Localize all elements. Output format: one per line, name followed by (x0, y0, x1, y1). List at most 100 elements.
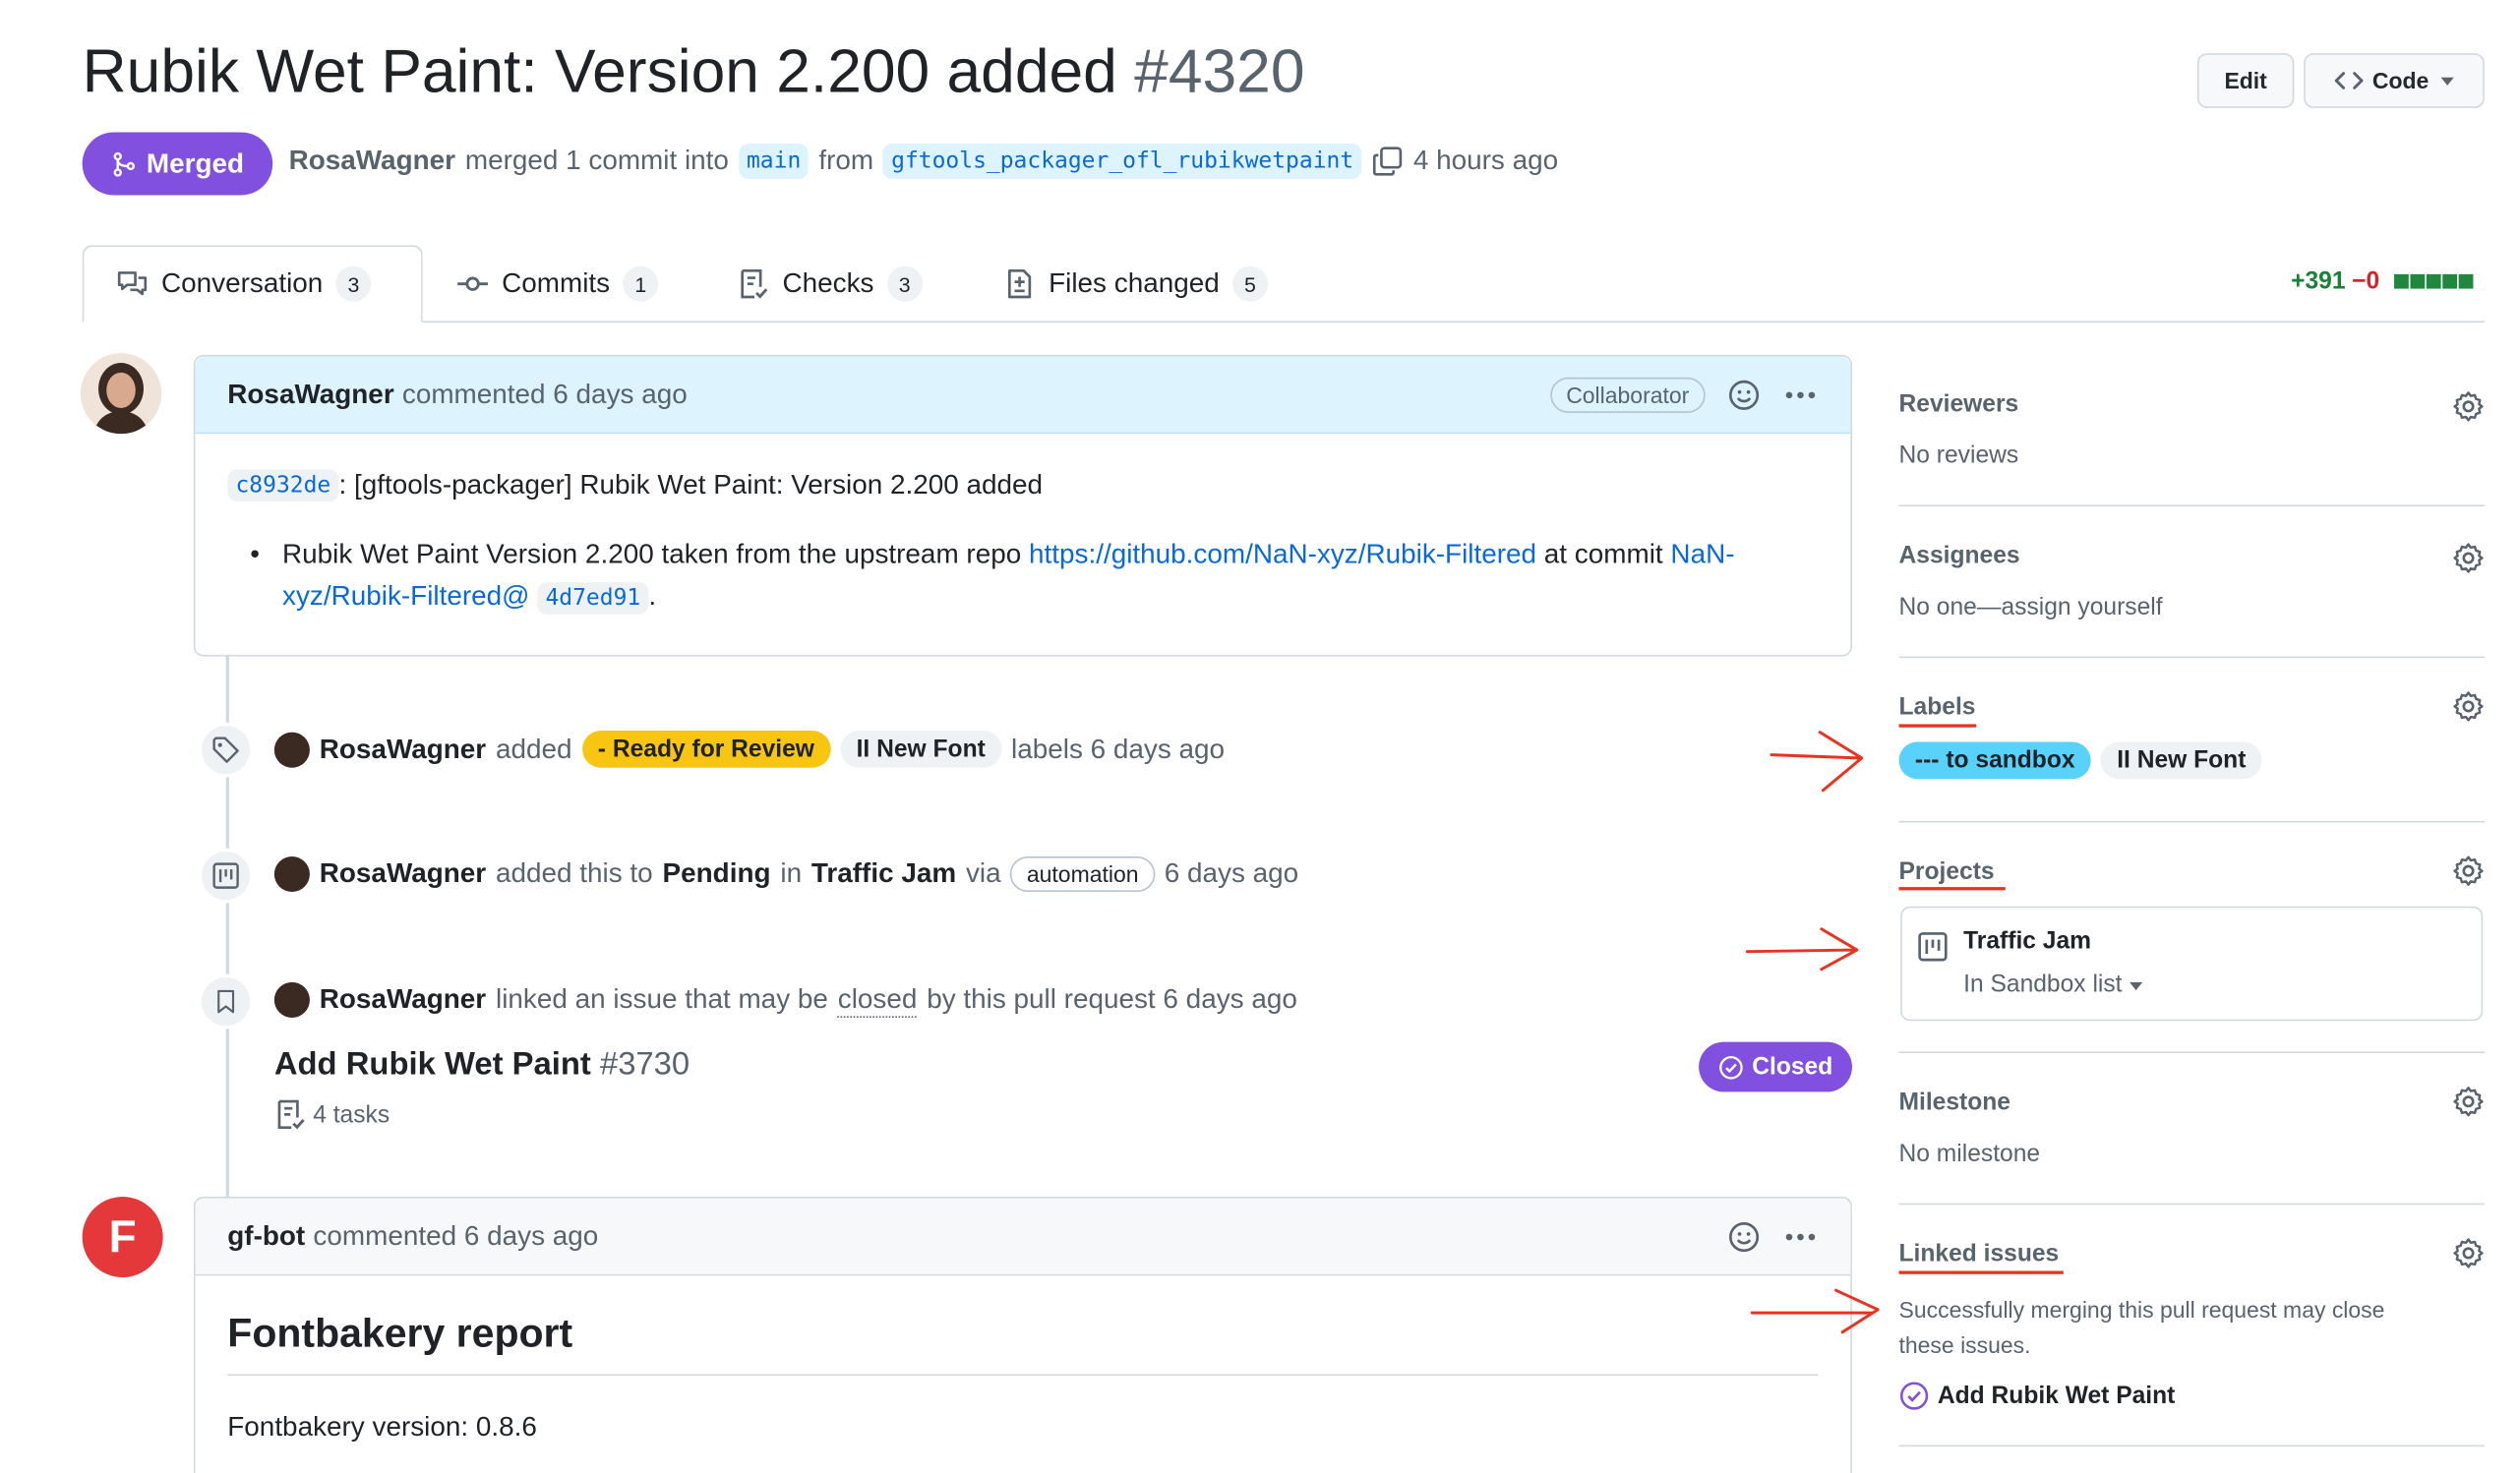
linked-issue-title[interactable]: Add Rubik Wet Paint #3730 (274, 1046, 690, 1084)
upstream-commit-link[interactable]: NaN- (1670, 539, 1734, 569)
annotation-arrow-projects (1745, 927, 1859, 972)
label-new-font[interactable]: II New Font (840, 731, 1002, 768)
avatar-gf-bot[interactable]: F (82, 1197, 163, 1278)
tab-checks-label: Checks (782, 267, 874, 299)
sidebar-assignees-value[interactable]: No one—assign yourself (1899, 594, 2163, 621)
project-card[interactable]: Traffic Jam In Sandbox list (1900, 906, 2484, 1022)
comment-header: gf-bot commented 6 days ago (195, 1198, 1851, 1276)
label-to-sandbox[interactable]: --- to sandbox (1898, 741, 2091, 780)
comment-timestamp[interactable]: commented 6 days ago (313, 1220, 598, 1253)
event-verb: added (496, 733, 572, 764)
event-text-2: by this pull request 6 days ago (927, 983, 1297, 1015)
edit-button[interactable]: Edit (2196, 53, 2295, 108)
linked-issue-link[interactable]: Add Rubik Wet Paint (1938, 1383, 2175, 1410)
event-suffix: labels 6 days ago (1011, 733, 1226, 764)
event-author-link[interactable]: RosaWagner (320, 858, 486, 891)
annotation-arrow-linked-issues (1750, 1288, 1880, 1334)
tab-files-changed[interactable]: Files changed 5 (1003, 245, 1268, 323)
commit-sha-link[interactable]: c8932de (227, 469, 339, 502)
linked-issue-number: #3730 (599, 1046, 690, 1083)
tab-commits[interactable]: Commits 1 (456, 245, 659, 323)
upstream-repo-link[interactable]: https://github.com/NaN-xyz/Rubik-Filtere… (1029, 539, 1536, 569)
gear-icon[interactable] (2452, 1086, 2485, 1118)
label-new-font[interactable]: II New Font (2100, 741, 2262, 780)
sidebar-projects-title[interactable]: Projects (1899, 858, 1995, 886)
diffstat-additions: +391 (2291, 267, 2346, 296)
linked-issue-title-text[interactable]: Add Rubik Wet Paint (274, 1046, 591, 1082)
report-heading: Fontbakery report (227, 1311, 1819, 1377)
tab-conversation[interactable]: Conversation 3 (82, 245, 423, 324)
avatar-letter: F (108, 1210, 137, 1262)
collaborator-badge: Collaborator (1549, 376, 1706, 413)
checklist-icon (277, 1099, 305, 1130)
comment-body: c8932de : [gftools-packager] Rubik Wet P… (195, 434, 1850, 619)
merge-author-link[interactable]: RosaWagner (289, 146, 455, 178)
project-name-link[interactable]: Traffic Jam (1963, 927, 2091, 955)
sidebar-divider (1898, 1051, 2485, 1054)
merged-status-badge: Merged (82, 132, 273, 196)
upstream-commit-link-cont[interactable]: xyz/Rubik-Filtered@ (282, 580, 529, 611)
pr-title: Rubik Wet Paint: Version 2.200 added #43… (83, 38, 1305, 108)
sidebar-milestone-title[interactable]: Milestone (1899, 1089, 2010, 1116)
tab-checks[interactable]: Checks 3 (738, 245, 923, 323)
copy-icon[interactable] (1371, 146, 1404, 178)
mini-avatar[interactable] (273, 731, 310, 767)
sidebar-divider (1898, 1203, 2485, 1206)
mini-avatar[interactable] (273, 981, 310, 1018)
sidebar-linked-issues-title[interactable]: Linked issues (1899, 1240, 2060, 1267)
bullet-period: . (648, 580, 657, 612)
closed-keyword[interactable]: closed (837, 983, 918, 1018)
bookmark-event-badge (198, 973, 254, 1030)
tab-conversation-label: Conversation (161, 267, 324, 299)
bookmark-icon (217, 989, 235, 1014)
event-author-link[interactable]: RosaWagner (320, 984, 486, 1017)
avatar-rosawagner[interactable] (81, 353, 162, 435)
project-column-name: Pending (662, 857, 771, 889)
gear-icon[interactable] (2452, 542, 2485, 574)
comment-author-link[interactable]: RosaWagner (227, 379, 393, 411)
comment-card: gf-bot commented 6 days ago Fontbakery r… (193, 1197, 1852, 1473)
sidebar-labels-title[interactable]: Labels (1899, 693, 1976, 721)
sidebar-reviewers-title[interactable]: Reviewers (1899, 390, 2019, 418)
sidebar-linked-issue[interactable]: Add Rubik Wet Paint (1899, 1381, 2175, 1411)
merge-time: 4 hours ago (1412, 145, 1559, 176)
comment-discussion-icon (117, 271, 148, 296)
project-status-dropdown[interactable]: In Sandbox list (1963, 971, 2144, 998)
code-button[interactable]: Code (2304, 53, 2485, 108)
gear-icon[interactable] (2452, 854, 2485, 887)
gear-icon[interactable] (2452, 1237, 2485, 1269)
diffstat: +391 −0 (2291, 267, 2474, 296)
event-verb: added this to (496, 857, 653, 889)
tag-icon (212, 736, 239, 763)
project-link[interactable]: Traffic Jam (811, 858, 956, 891)
head-branch-link[interactable]: gftools_packager_ofl_rubikwetpaint (882, 143, 1362, 180)
project-status-label: In Sandbox list (1963, 971, 2123, 999)
mini-avatar[interactable] (273, 855, 310, 893)
base-branch-link[interactable]: main (738, 143, 810, 180)
event-in: in (780, 857, 803, 889)
smiley-icon[interactable] (1728, 379, 1761, 411)
code-button-label: Code (2371, 67, 2430, 94)
comment-timestamp[interactable]: commented 6 days ago (402, 379, 688, 411)
gear-icon[interactable] (2452, 690, 2485, 723)
gear-icon[interactable] (2452, 390, 2485, 423)
comment-bullet: • Rubik Wet Paint Version 2.200 taken fr… (227, 534, 1818, 619)
sidebar-divider (1898, 656, 2485, 659)
issue-closed-icon (1899, 1382, 1929, 1410)
event-via: via (965, 857, 1001, 889)
tasks-count: 4 tasks (313, 1100, 390, 1129)
event-author-link[interactable]: RosaWagner (320, 733, 486, 765)
caret-down-icon (2439, 77, 2453, 86)
sidebar-assignees-title[interactable]: Assignees (1899, 542, 2020, 569)
sidebar-divider (1898, 820, 2485, 823)
upstream-commit-sha[interactable]: 4d7ed91 (537, 582, 649, 615)
caret-down-icon (2130, 981, 2143, 990)
kebab-horizontal-icon[interactable] (1782, 379, 1818, 411)
event-time[interactable]: 6 days ago (1165, 858, 1298, 891)
kebab-horizontal-icon[interactable] (1782, 1220, 1818, 1253)
smiley-icon[interactable] (1728, 1220, 1761, 1253)
label-ready-for-review[interactable]: - Ready for Review (581, 731, 831, 768)
comment-author-link[interactable]: gf-bot (227, 1220, 305, 1253)
tab-checks-counter: 3 (886, 265, 923, 302)
annotation-underline (1898, 887, 2006, 891)
